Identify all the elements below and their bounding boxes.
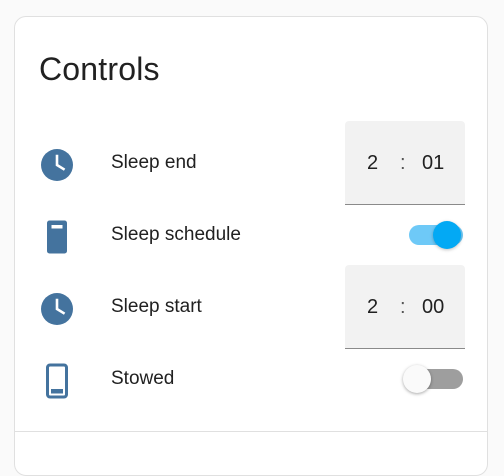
sleep-start-time-input[interactable]: 2 : 00	[345, 265, 465, 349]
toggle-knob[interactable]	[433, 221, 461, 249]
sleep-schedule-label: Sleep schedule	[111, 224, 241, 245]
row-sleep-end: Sleep end 2 : 01	[15, 121, 487, 205]
time-separator: :	[400, 296, 406, 318]
sleep-end-label: Sleep end	[111, 152, 197, 173]
sleep-schedule-toggle[interactable]	[403, 221, 463, 249]
card-footer-divider	[15, 431, 487, 432]
tablet-icon	[39, 219, 75, 255]
sleep-end-time-input[interactable]: 2 : 01	[345, 121, 465, 205]
phone-outline-icon	[39, 363, 75, 399]
clock-icon	[39, 147, 75, 183]
stowed-toggle[interactable]	[403, 365, 463, 393]
time-separator: :	[400, 152, 406, 174]
card-title: Controls	[39, 51, 160, 87]
controls-card: Controls Sleep end 2 : 01 Sleep schedule	[14, 16, 488, 476]
clock-icon	[39, 291, 75, 327]
stowed-label: Stowed	[111, 368, 175, 389]
sleep-end-hour[interactable]: 2	[367, 149, 378, 177]
toggle-knob[interactable]	[403, 365, 431, 393]
sleep-end-minute[interactable]: 01	[422, 149, 444, 177]
sleep-start-minute[interactable]: 00	[422, 293, 444, 321]
row-sleep-schedule: Sleep schedule	[15, 207, 487, 263]
sleep-start-hour[interactable]: 2	[367, 293, 378, 321]
row-stowed: Stowed	[15, 351, 487, 407]
row-sleep-start: Sleep start 2 : 00	[15, 265, 487, 349]
sleep-start-label: Sleep start	[111, 296, 202, 317]
